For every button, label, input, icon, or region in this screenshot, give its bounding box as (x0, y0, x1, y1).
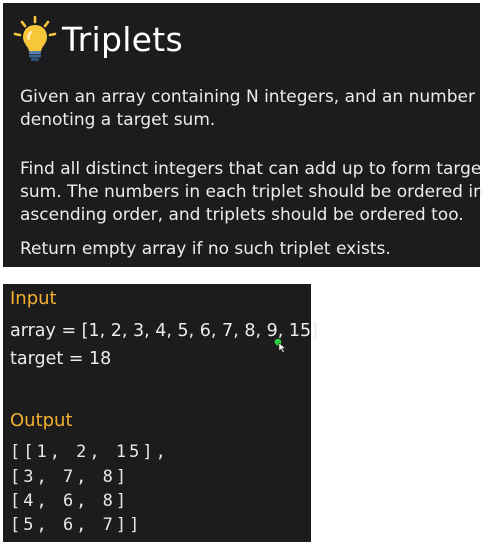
input-label: Input (10, 288, 57, 309)
description-paragraph-3: Return empty array if no such triplet ex… (20, 238, 391, 261)
output-line: [4, 6, 8] (10, 491, 130, 511)
description-paragraph-1: Given an array containing N integers, an… (20, 86, 482, 132)
description-line: Given an array containing N integers, an… (20, 87, 482, 107)
lightbulb-icon (13, 15, 57, 61)
problem-panel: Triplets Given an array containing N int… (3, 3, 482, 267)
title-row: Triplets (12, 15, 183, 63)
page-title: Triplets (62, 19, 183, 59)
description-line: Find all distinct integers that can add … (20, 159, 482, 179)
output-label: Output (10, 410, 73, 431)
description-line: Return empty array if no such triplet ex… (20, 239, 391, 259)
description-line: denoting a target sum. (20, 110, 216, 130)
output-line: [5, 6, 7]] (10, 515, 143, 535)
description-paragraph-2: Find all distinct integers that can add … (20, 158, 482, 227)
output-line: [3, 7, 8] (10, 467, 130, 487)
example-panel: Input array = [1, 2, 3, 4, 5, 6, 7, 8, 9… (3, 284, 318, 542)
input-target: target = 18 (10, 349, 112, 369)
mouse-cursor-icon (274, 338, 286, 353)
output-line: [[1, 2, 15], (10, 442, 169, 462)
description-line: ascending order, and triplets should be … (20, 205, 464, 225)
input-array: array = [1, 2, 3, 4, 5, 6, 7, 8, 9, 15] (10, 321, 318, 341)
description-line: sum. The numbers in each triplet should … (20, 182, 482, 202)
